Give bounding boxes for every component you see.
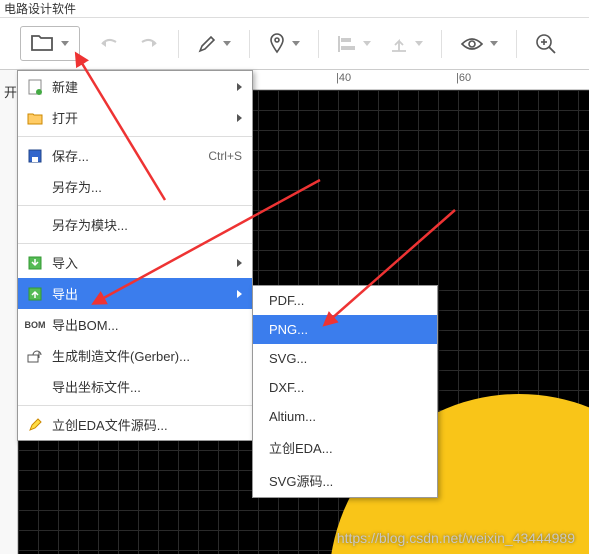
align-button[interactable]: [337, 35, 371, 53]
chevron-down-icon: [363, 41, 371, 46]
view-button[interactable]: [460, 36, 498, 52]
folder-open-icon: [26, 110, 44, 126]
menu-label: 立创EDA文件源码...: [52, 415, 242, 434]
eye-icon: [460, 36, 484, 52]
menu-separator: [18, 205, 252, 206]
redo-button[interactable]: [138, 36, 160, 52]
toolbar-separator: [516, 30, 517, 58]
toolbar-separator: [178, 30, 179, 58]
submenu-arrow-icon: [237, 114, 242, 122]
toolbar-separator: [249, 30, 250, 58]
export-icon: [26, 286, 44, 302]
submenu-item-pdf[interactable]: PDF...: [253, 286, 437, 315]
toolbar-separator: [318, 30, 319, 58]
menu-item-eda-source[interactable]: 立创EDA文件源码...: [18, 409, 252, 440]
menu-label: Altium...: [269, 409, 316, 424]
chevron-down-icon: [223, 41, 231, 46]
blank-icon: [26, 217, 44, 233]
menu-item-save[interactable]: 保存... Ctrl+S: [18, 140, 252, 171]
toolbar-separator: [441, 30, 442, 58]
menu-label: 保存...: [52, 146, 208, 165]
main-toolbar: [0, 18, 589, 70]
export-submenu: PDF... PNG... SVG... DXF... Altium... 立创…: [252, 285, 438, 498]
menu-item-new[interactable]: 新建: [18, 71, 252, 102]
menu-separator: [18, 243, 252, 244]
menu-separator: [18, 405, 252, 406]
menu-label: 另存为模块...: [52, 215, 242, 234]
submenu-item-dxf[interactable]: DXF...: [253, 373, 437, 402]
ruler-tick: |40: [336, 72, 351, 84]
menu-label: 新建: [52, 77, 231, 96]
pencil-icon: [26, 417, 44, 433]
menu-label: PNG...: [269, 322, 308, 337]
distribute-icon: [389, 34, 409, 54]
chevron-down-icon: [415, 41, 423, 46]
menu-label: 导出BOM...: [52, 315, 242, 334]
pencil-icon: [197, 34, 217, 54]
bom-icon: BOM: [26, 317, 44, 333]
file-menu: 新建 打开 保存... Ctrl+S 另存为... 另存为模块... 导入 导出…: [17, 70, 253, 441]
zoom-button[interactable]: [535, 33, 557, 55]
edit-button[interactable]: [197, 34, 231, 54]
submenu-arrow-icon: [237, 259, 242, 267]
menu-label: 导出: [52, 284, 231, 303]
folder-menu-button[interactable]: [20, 26, 80, 61]
menu-item-import[interactable]: 导入: [18, 247, 252, 278]
undo-icon: [98, 36, 120, 52]
vertical-ruler: [0, 70, 18, 554]
submenu-item-altium[interactable]: Altium...: [253, 402, 437, 431]
redo-icon: [138, 36, 160, 52]
submenu-arrow-icon: [237, 290, 242, 298]
menu-label: 立创EDA...: [269, 438, 333, 457]
submenu-item-lceda[interactable]: 立创EDA...: [253, 431, 437, 464]
undo-button[interactable]: [98, 36, 120, 52]
menu-label: SVG源码...: [269, 471, 333, 490]
window-title: 电路设计软件: [0, 0, 589, 18]
menu-label: 生成制造文件(Gerber)...: [52, 346, 242, 365]
submenu-item-svg-source[interactable]: SVG源码...: [253, 464, 437, 497]
menu-label: 导出坐标文件...: [52, 377, 242, 396]
pin-icon: [268, 33, 286, 55]
menu-label: SVG...: [269, 351, 307, 366]
import-icon: [26, 255, 44, 271]
document-new-icon: [26, 79, 44, 95]
location-button[interactable]: [268, 33, 300, 55]
menu-label: 另存为...: [52, 177, 242, 196]
menu-separator: [18, 136, 252, 137]
menu-label: DXF...: [269, 380, 304, 395]
menu-item-export-bom[interactable]: BOM 导出BOM...: [18, 309, 252, 340]
save-icon: [26, 148, 44, 164]
gerber-icon: [26, 348, 44, 364]
submenu-item-png[interactable]: PNG...: [253, 315, 437, 344]
blank-icon: [26, 379, 44, 395]
folder-icon: [31, 33, 53, 54]
submenu-item-svg[interactable]: SVG...: [253, 344, 437, 373]
menu-item-save-as[interactable]: 另存为...: [18, 171, 252, 202]
menu-item-save-as-module[interactable]: 另存为模块...: [18, 209, 252, 240]
ruler-tick: |60: [456, 72, 471, 84]
distribute-button[interactable]: [389, 34, 423, 54]
menu-item-export[interactable]: 导出: [18, 278, 252, 309]
menu-item-export-coord[interactable]: 导出坐标文件...: [18, 371, 252, 402]
menu-item-open[interactable]: 打开: [18, 102, 252, 133]
zoom-in-icon: [535, 33, 557, 55]
blank-icon: [26, 179, 44, 195]
submenu-arrow-icon: [237, 83, 242, 91]
menu-item-gerber[interactable]: 生成制造文件(Gerber)...: [18, 340, 252, 371]
menu-shortcut: Ctrl+S: [208, 149, 242, 163]
menu-label: PDF...: [269, 293, 304, 308]
align-icon: [337, 35, 357, 53]
chevron-down-icon: [61, 41, 69, 46]
menu-label: 导入: [52, 253, 231, 272]
chevron-down-icon: [292, 41, 300, 46]
watermark: https://blog.csdn.net/weixin_43444989: [337, 530, 575, 546]
chevron-down-icon: [490, 41, 498, 46]
menu-label: 打开: [52, 108, 231, 127]
